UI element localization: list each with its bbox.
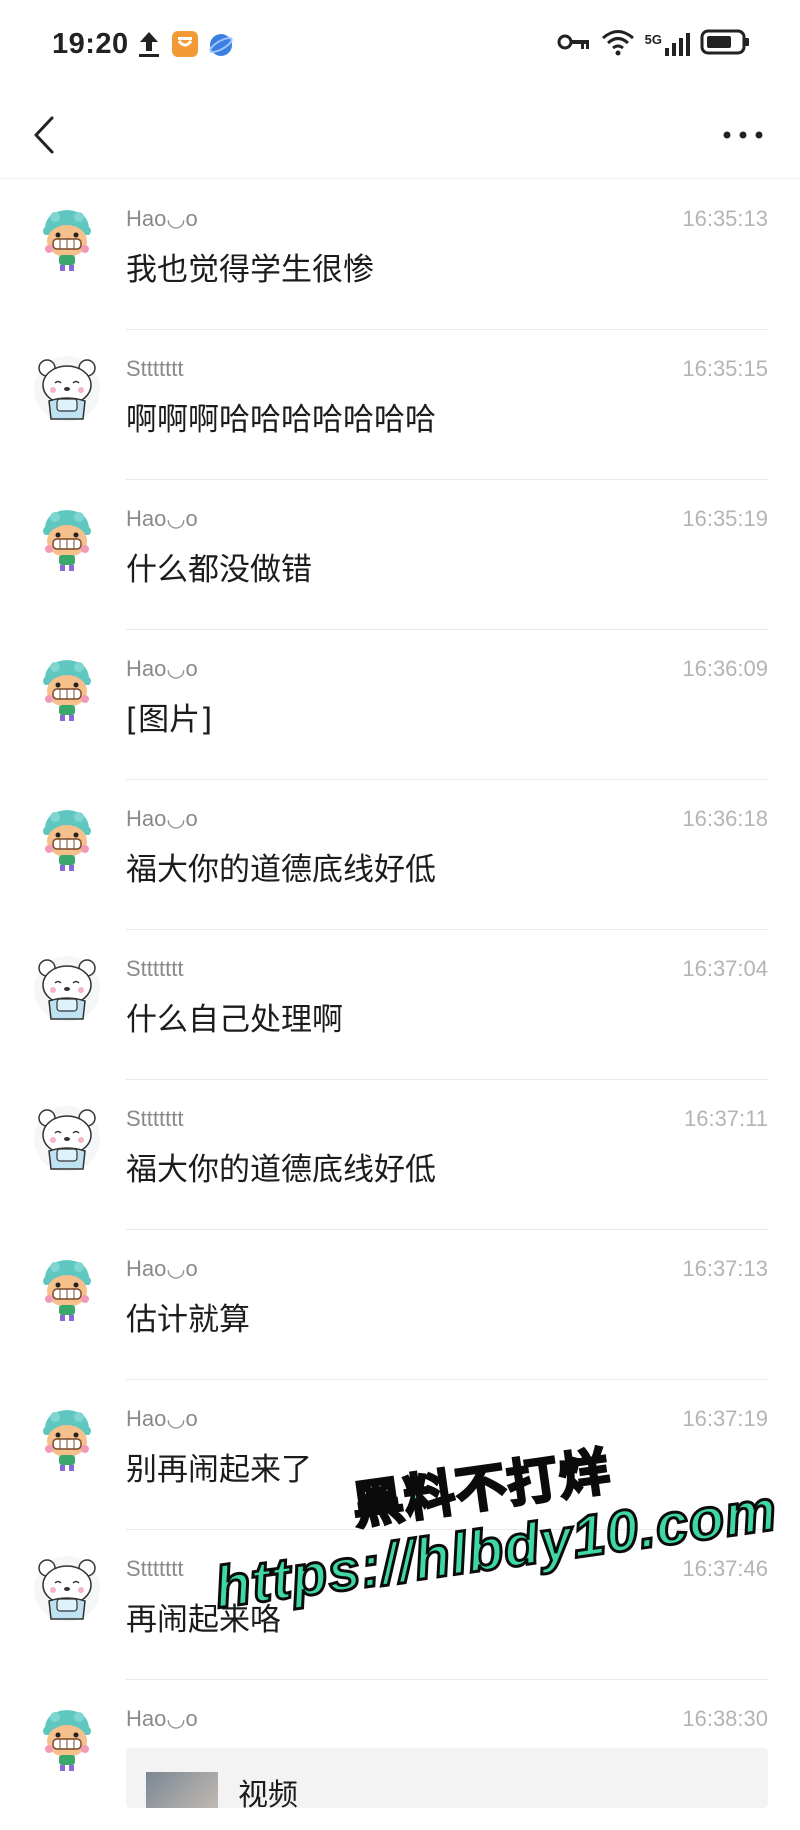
message-list[interactable]: Hao◡o 16:35:13 我也觉得学生很惨 Sttttttt 16:35:15 啊啊… <box>0 180 800 1830</box>
message-sender: Sttttttt <box>126 956 184 981</box>
avatar[interactable] <box>33 355 101 423</box>
message-text: 再闹起来咯 <box>126 1602 281 1638</box>
message-text: 福大你的道德底线好低 <box>126 852 436 888</box>
message-row[interactable]: Hao◡o 16:37:19 别再闹起来了 <box>0 1380 800 1530</box>
avatar[interactable] <box>33 1705 101 1773</box>
signal-5g-icon: 5G <box>645 32 690 56</box>
nav-bar <box>0 92 800 178</box>
avatar[interactable] <box>33 1105 101 1173</box>
boy-avatar-icon <box>43 1260 91 1321</box>
bear-avatar-icon <box>34 356 100 422</box>
message-time: 16:37:46 <box>682 1556 768 1581</box>
bear-avatar-icon <box>34 956 100 1022</box>
message-sender: Hao◡o <box>126 206 198 231</box>
status-time: 19:20 <box>52 28 129 60</box>
message-sender: Hao◡o <box>126 806 198 831</box>
more-options-button[interactable] <box>718 110 768 160</box>
message-row[interactable]: Hao◡o 16:35:13 我也觉得学生很惨 <box>0 180 800 330</box>
message-time: 16:37:13 <box>682 1256 768 1281</box>
status-bar: 19:20 5G <box>0 0 800 92</box>
upload-icon <box>137 30 161 62</box>
avatar[interactable] <box>33 505 101 573</box>
boy-avatar-icon <box>43 1410 91 1471</box>
message-sender: Sttttttt <box>126 1106 184 1131</box>
boy-avatar-icon <box>43 1710 91 1771</box>
message-row[interactable]: Hao◡o 16:35:19 什么都没做错 <box>0 480 800 630</box>
message-text: 别再闹起来了 <box>126 1452 312 1488</box>
avatar[interactable] <box>33 205 101 273</box>
message-time: 16:38:30 <box>682 1706 768 1731</box>
message-time: 16:35:13 <box>682 206 768 231</box>
chevron-left-icon <box>34 116 54 154</box>
message-row[interactable]: Sttttttt 16:37:04 什么自己处理啊 <box>0 930 800 1080</box>
message-sender: Sttttttt <box>126 1556 184 1581</box>
message-sender: Hao◡o <box>126 1406 198 1431</box>
message-text: 我也觉得学生很惨 <box>126 252 374 288</box>
avatar[interactable] <box>33 955 101 1023</box>
bear-avatar-icon <box>34 1106 100 1172</box>
more-dots-icon <box>723 131 763 139</box>
message-text: 估计就算 <box>126 1302 250 1338</box>
message-sender: Hao◡o <box>126 1256 198 1281</box>
wifi-icon <box>601 28 635 60</box>
message-text: [图片] <box>126 702 213 738</box>
avatar[interactable] <box>33 1555 101 1623</box>
boy-avatar-icon <box>43 660 91 721</box>
message-time: 16:36:09 <box>682 656 768 681</box>
message-row[interactable]: Hao◡o 16:36:09 [图片] <box>0 630 800 780</box>
app-notification-icon <box>172 31 198 57</box>
message-row[interactable]: Hao◡o 16:38:30 视频 <box>0 1680 800 1830</box>
message-sender: Sttttttt <box>126 356 184 381</box>
battery-icon <box>700 29 750 59</box>
avatar[interactable] <box>33 1405 101 1473</box>
browser-icon <box>208 32 234 62</box>
video-message-card[interactable]: 视频 <box>126 1748 768 1808</box>
bear-avatar-icon <box>34 1556 100 1622</box>
message-time: 16:37:04 <box>682 956 768 981</box>
status-icons: 5G <box>557 28 750 60</box>
vpn-key-icon <box>557 31 591 57</box>
avatar[interactable] <box>33 655 101 723</box>
message-row[interactable]: Sttttttt 16:37:11 福大你的道德底线好低 <box>0 1080 800 1230</box>
message-text: 福大你的道德底线好低 <box>126 1152 436 1188</box>
video-label: 视频 <box>238 1778 298 1808</box>
message-sender: Hao◡o <box>126 506 198 531</box>
message-time: 16:37:19 <box>682 1406 768 1431</box>
boy-avatar-icon <box>43 510 91 571</box>
message-sender: Hao◡o <box>126 1706 198 1731</box>
message-text: 什么自己处理啊 <box>126 1002 343 1038</box>
message-row[interactable]: Hao◡o 16:36:18 福大你的道德底线好低 <box>0 780 800 930</box>
back-button[interactable] <box>24 110 64 160</box>
message-time: 16:36:18 <box>682 806 768 831</box>
boy-avatar-icon <box>43 810 91 871</box>
message-row[interactable]: Hao◡o 16:37:13 估计就算 <box>0 1230 800 1380</box>
message-text: 啊啊啊哈哈哈哈哈哈哈 <box>126 402 436 438</box>
message-time: 16:35:15 <box>682 356 768 381</box>
message-time: 16:35:19 <box>682 506 768 531</box>
avatar[interactable] <box>33 1255 101 1323</box>
message-time: 16:37:11 <box>683 1106 768 1131</box>
message-sender: Hao◡o <box>126 656 198 681</box>
boy-avatar-icon <box>43 210 91 271</box>
video-thumbnail <box>146 1772 218 1808</box>
avatar[interactable] <box>33 805 101 873</box>
nav-divider <box>0 178 800 179</box>
message-row[interactable]: Sttttttt 16:35:15 啊啊啊哈哈哈哈哈哈哈 <box>0 330 800 480</box>
message-row[interactable]: Sttttttt 16:37:46 再闹起来咯 <box>0 1530 800 1680</box>
message-text: 什么都没做错 <box>126 552 312 588</box>
